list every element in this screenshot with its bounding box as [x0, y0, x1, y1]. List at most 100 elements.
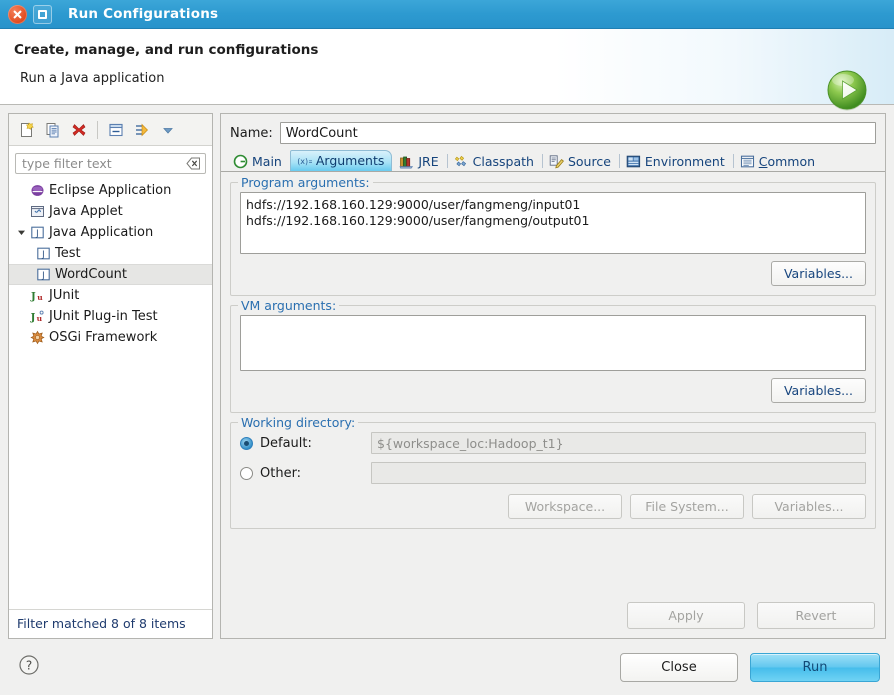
launch-configuration-tree[interactable]: Eclipse Application Java Applet J Java Appl… [9, 178, 212, 609]
other-radio-label[interactable]: Other: [240, 466, 362, 481]
tree-item-test[interactable]: J Test [9, 243, 212, 264]
tree-item-label: OSGi Framework [49, 330, 158, 345]
tab-environment[interactable]: Environment [618, 150, 733, 171]
run-button[interactable]: Run [750, 652, 880, 682]
default-radio[interactable] [240, 436, 253, 450]
svg-text:(x)=: (x)= [297, 157, 312, 166]
working-directory-buttons: Workspace... File System... Variables... [240, 494, 866, 519]
tree-item-label: Test [55, 246, 81, 261]
java-applet-icon [28, 204, 46, 219]
tree-item-label: Eclipse Application [49, 183, 172, 198]
svg-text:J: J [30, 313, 36, 324]
filter-arrows-icon[interactable] [130, 118, 154, 142]
vm-arguments-buttons: Variables... [240, 378, 866, 403]
file-system-button[interactable]: File System... [630, 494, 744, 519]
working-directory-variables-button[interactable]: Variables... [752, 494, 866, 519]
default-radio-label[interactable]: Default: [240, 436, 362, 451]
program-arguments-group: Program arguments: hdfs://192.168.160.12… [230, 175, 876, 296]
delete-red-x-icon[interactable] [67, 118, 91, 142]
name-row: Name: [221, 114, 885, 150]
tree-item-label: JUnit [49, 288, 80, 303]
tab-label: Classpath [472, 153, 534, 169]
tree-item-eclipse-application[interactable]: Eclipse Application [9, 180, 212, 201]
workspace-button[interactable]: Workspace... [508, 494, 622, 519]
junit-plugin-icon: Ju [28, 309, 46, 324]
dialog-banner: Create, manage, and run configurations R… [0, 29, 894, 111]
working-directory-other-row: Other: [240, 462, 866, 484]
apply-revert-row: Apply Revert [221, 596, 885, 638]
run-green-play-icon [824, 67, 870, 113]
clear-filter-icon[interactable] [186, 156, 201, 175]
filter-box [15, 153, 206, 174]
other-directory-field[interactable] [371, 462, 866, 484]
default-label-text: Default: [260, 435, 312, 451]
tab-source[interactable]: Source [541, 150, 619, 171]
tab-label: Main [252, 153, 282, 169]
vm-arguments-input[interactable] [240, 315, 866, 371]
default-directory-field: ${workspace_loc:Hadoop_t1} [371, 432, 866, 454]
toolbar-separator [97, 120, 98, 139]
close-button[interactable]: Close [620, 652, 738, 682]
tree-item-label: WordCount [55, 267, 128, 282]
copy-document-icon[interactable] [41, 118, 65, 142]
tab-common[interactable]: Common [732, 150, 823, 171]
program-arguments-buttons: Variables... [240, 261, 866, 286]
vm-arguments-group: VM arguments: Variables... [230, 298, 876, 413]
program-variables-button[interactable]: Variables... [770, 261, 866, 286]
working-directory-group: Working directory: Default: ${workspace_… [230, 415, 876, 529]
tab-label: Arguments [315, 153, 385, 168]
tree-item-label: Java Applet [49, 204, 123, 219]
tree-item-label: JUnit Plug-in Test [49, 309, 158, 324]
maximize-icon[interactable] [33, 4, 52, 24]
source-pencil-icon [549, 154, 564, 169]
vm-arguments-label: VM arguments: [238, 298, 340, 313]
apply-button[interactable]: Apply [627, 602, 745, 629]
banner-subtitle: Run a Java application [20, 71, 165, 86]
environment-icon [626, 154, 641, 169]
eclipse-purple-circle-icon [28, 183, 46, 198]
chevron-down-icon[interactable] [156, 118, 180, 142]
tab-label: Environment [644, 153, 725, 169]
tab-arguments[interactable]: (x)= Arguments [289, 150, 393, 171]
search-input[interactable] [16, 156, 205, 171]
name-input[interactable] [279, 122, 876, 144]
svg-text:u: u [36, 314, 42, 323]
program-arguments-input[interactable]: hdfs://192.168.160.129:9000/user/fangmen… [240, 192, 866, 254]
tree-item-osgi-framework[interactable]: OSGi Framework [9, 327, 212, 348]
tree-item-junit[interactable]: Ju JUnit [9, 285, 212, 306]
working-directory-default-row: Default: ${workspace_loc:Hadoop_t1} [240, 432, 866, 454]
tree-item-java-application[interactable]: J Java Application [9, 222, 212, 243]
configurations-panel: Eclipse Application Java Applet J Java Appl… [8, 113, 213, 639]
expand-twisty-icon[interactable] [15, 228, 28, 237]
configuration-tabs: Main (x)= Arguments JRE Classpath Source Envir… [221, 150, 885, 172]
window-title: Run Configurations [68, 6, 219, 22]
filter-area [9, 146, 212, 178]
close-icon[interactable] [8, 4, 27, 24]
revert-button[interactable]: Revert [757, 602, 875, 629]
tree-item-label: Java Application [49, 225, 154, 240]
vm-variables-button[interactable]: Variables... [770, 378, 866, 403]
dialog-footer: ? Close Run [0, 639, 894, 695]
svg-text:J: J [41, 250, 45, 260]
classpath-icon [454, 154, 469, 169]
program-arguments-label: Program arguments: [238, 175, 373, 190]
tab-label: Source [567, 153, 611, 169]
filter-status-label: Filter matched 8 of 8 items [9, 609, 212, 638]
tab-main[interactable]: Main [226, 150, 290, 171]
tree-item-junit-plug-in-test[interactable]: Ju JUnit Plug-in Test [9, 306, 212, 327]
tree-item-wordcount[interactable]: J WordCount [9, 264, 212, 285]
help-question-icon[interactable]: ? [18, 654, 40, 680]
new-document-icon[interactable] [15, 118, 39, 142]
tab-classpath[interactable]: Classpath [446, 150, 542, 171]
run-configurations-dialog: Run Configurations Create, manage, and r… [0, 0, 894, 695]
java-application-icon: J [34, 246, 52, 261]
tree-item-java-applet[interactable]: Java Applet [9, 201, 212, 222]
close-x-glyph [13, 10, 22, 18]
tab-jre[interactable]: JRE [392, 150, 446, 171]
collapse-all-icon[interactable] [104, 118, 128, 142]
java-application-icon: J [28, 225, 46, 240]
configurations-toolbar [9, 114, 212, 146]
other-radio[interactable] [240, 466, 253, 480]
banner-title: Create, manage, and run configurations [14, 42, 319, 58]
configuration-editor-panel: Name: Main (x)=Arguments JRE Classpath Sourc… [220, 113, 886, 639]
